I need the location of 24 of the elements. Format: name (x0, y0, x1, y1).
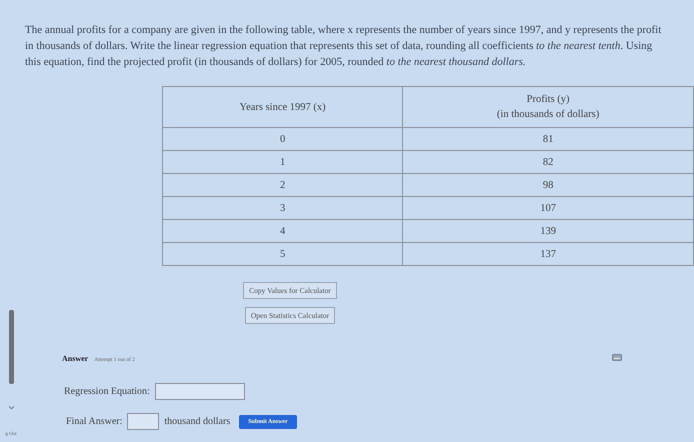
table-cell: 4 (162, 220, 403, 242)
table-cell: 82 (402, 150, 694, 174)
equation-input[interactable] (154, 383, 245, 400)
table-header: Profits (y) (in thousands of dollars) (402, 86, 694, 128)
table-cell: 139 (402, 220, 694, 242)
table-cell: 137 (402, 242, 694, 266)
final-answer-label: Final Answer: (66, 416, 122, 427)
chevron-down-icon[interactable] (8, 406, 14, 410)
table-header: Years since 1997 (x) (162, 86, 403, 128)
table-cell: 0 (162, 128, 403, 150)
answer-heading: Answer (62, 354, 88, 363)
table-cell: 81 (402, 128, 694, 150)
keyboard-icon[interactable] (612, 354, 622, 361)
table-cell: 107 (402, 196, 694, 220)
question-text: The annual profits for a company are given in the following table, where x represents the number of years since 1997, and y represents the profit in thousands of dollars. Write the linear regression equation that represents this set of data, rounding all coefficients to the nearest tenth. Using this equation, find the projected profit (in thousands of dollars) for 2005, rounded to the nearest thousand dollars. (25, 23, 662, 70)
unit-label: thousand dollars (164, 416, 230, 427)
table-cell: 1 (162, 150, 403, 174)
table-cell: 5 (162, 242, 403, 266)
equation-label: Regression Equation: (64, 386, 150, 397)
table-cell: 98 (402, 174, 694, 196)
scrollbar[interactable] (8, 310, 14, 384)
table-cell: 3 (162, 196, 403, 220)
final-answer-input[interactable] (127, 413, 160, 430)
table-cell: 2 (162, 174, 403, 196)
